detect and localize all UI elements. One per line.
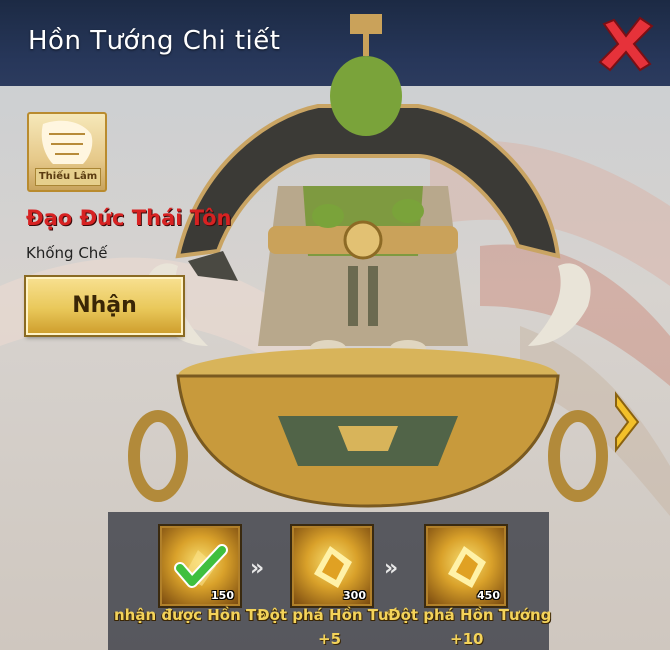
hero-portrait[interactable]: Thiếu Lâm (27, 112, 107, 192)
step-label: nhận được Hồn Tư (114, 606, 267, 624)
chevron-right-icon[interactable] (612, 390, 642, 454)
hero-faction-tag: Thiếu Lâm (35, 168, 101, 186)
hero-name: Đạo Đức Thái Tôn (26, 206, 232, 230)
step-count: 450 (477, 589, 500, 602)
hero-class: Khống Chế (26, 244, 108, 262)
step-count: 300 (343, 589, 366, 602)
claim-button[interactable]: Nhận (26, 277, 183, 335)
step-obtain[interactable]: 150 (160, 526, 240, 606)
step-sublabel: +5 (318, 630, 342, 648)
step-separator: ›› (250, 556, 264, 581)
step-separator: ›› (384, 556, 398, 581)
step-count: 150 (211, 589, 234, 602)
step-label: Đột phá Hồn Tướng (388, 606, 552, 624)
hero-figure (128, 14, 608, 508)
step-breakthrough-5[interactable]: 300 (292, 526, 372, 606)
step-sublabel: +10 (450, 630, 484, 648)
step-breakthrough-10[interactable]: 450 (426, 526, 506, 606)
step-label: Đột phá Hồn Tướ (257, 606, 400, 624)
